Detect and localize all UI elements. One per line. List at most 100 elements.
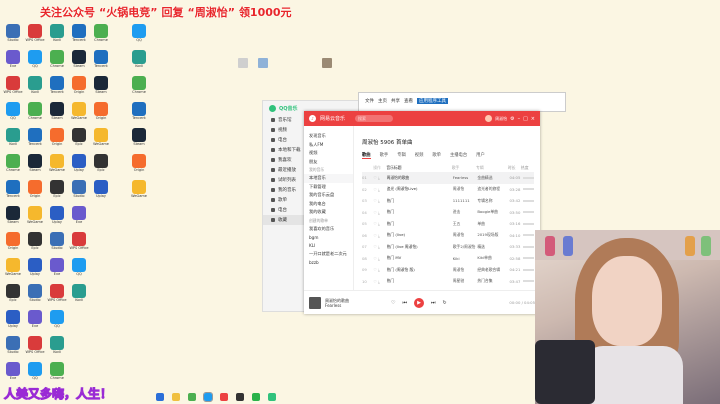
table-row[interactable]: 07 ♡ ⤓ 热门 (live 周淑怡) 歌手2/周淑怡 精选 03:33 (362, 241, 535, 253)
row-actions[interactable]: ♡ ⤓ (373, 279, 386, 284)
desktop-app-icon[interactable]: Studio (2, 336, 24, 358)
song-artist[interactable]: Fearless (453, 175, 478, 180)
desktop-app-icon[interactable]: QQ (46, 310, 68, 332)
desktop-app-icon[interactable]: Kodi (46, 24, 68, 46)
desktop-app-icon[interactable]: Chrome (128, 76, 150, 98)
desktop-app-icon[interactable]: Chrome (46, 50, 68, 72)
song-artist[interactable]: 周淑怡 (453, 267, 478, 273)
desktop-app-icon[interactable]: Tencent (2, 180, 24, 202)
row-actions[interactable]: ♡ ⤓ (373, 244, 386, 249)
desktop-app-icon[interactable]: Tencent (24, 128, 46, 150)
song-artist[interactable]: 周星驰 (453, 278, 478, 284)
desktop-app-icon[interactable]: Tencent (128, 102, 150, 124)
row-actions[interactable]: ♡ ⤓ (373, 233, 386, 238)
desktop-app-icon[interactable]: QQ (2, 102, 24, 124)
desktop-app-icon[interactable]: Chrome (46, 362, 68, 384)
desktop-app-icon[interactable]: WeGame (128, 180, 150, 202)
explorer-ribbon-tab[interactable]: 共享 (391, 98, 400, 104)
desktop-app-icon[interactable]: WPS Office (46, 284, 68, 306)
desktop-app-icon[interactable]: Steam (24, 154, 46, 176)
close-icon[interactable]: × (531, 116, 535, 122)
desktop-app-icon[interactable]: Chrome (24, 102, 46, 124)
desktop-app-icon[interactable]: Epic (90, 154, 112, 176)
desktop-app-icon[interactable]: Uplay (46, 206, 68, 228)
desktop-app-icon[interactable]: Chrome (90, 24, 112, 46)
song-album[interactable]: 热门合集 (477, 278, 509, 284)
file-explorer-window[interactable]: 文件 主页 共享 查看 应用程序工具 (358, 92, 566, 112)
netease-search-input[interactable]: 搜索 (355, 115, 394, 122)
next-icon[interactable]: ⏭ (431, 300, 436, 306)
minimize-icon[interactable]: – (518, 116, 521, 122)
desktop-file-icon[interactable] (322, 58, 332, 76)
desktop-app-icon[interactable]: Kodi (128, 50, 150, 72)
desktop-app-icon[interactable]: WPS Office (68, 232, 90, 254)
table-row[interactable]: 03 ♡ ⤓ 热门 1111111 专辑名称 03:42 (362, 195, 535, 207)
desktop-app-icon[interactable]: Origin (24, 180, 46, 202)
sidebar-item[interactable]: 发现音乐 (304, 132, 353, 141)
sidebar-item[interactable]: 朋友 (304, 158, 353, 167)
row-actions[interactable]: ♡ ⤓ (373, 267, 386, 272)
explorer-ribbon-tab[interactable]: 应用程序工具 (417, 98, 448, 104)
row-actions[interactable]: ♡ ⤓ (373, 221, 386, 226)
result-tab[interactable]: 视频 (415, 152, 424, 159)
desktop-app-icon[interactable]: Epic (68, 128, 90, 150)
song-artist[interactable]: Kiki (453, 256, 478, 261)
desktop-app-icon[interactable]: Uplay (68, 154, 90, 176)
result-tab[interactable]: 用户 (476, 152, 485, 159)
heart-icon[interactable]: ♡ (391, 300, 395, 306)
desktop-app-icon[interactable]: Kodi (46, 336, 68, 358)
desktop-app-icon[interactable]: Epic (24, 232, 46, 254)
table-row[interactable]: 04 ♡ ⤓ 热门 进击 Boogie单曲 03:50 (362, 207, 535, 219)
prev-icon[interactable]: ⏮ (402, 300, 407, 306)
taskbar-explorer-icon[interactable] (172, 392, 180, 401)
row-actions[interactable]: ♡ ⤓ (373, 210, 386, 215)
taskbar-chrome-icon[interactable] (188, 392, 196, 401)
desktop-app-icon[interactable]: Kodi (24, 76, 46, 98)
song-artist[interactable]: 王五 (453, 221, 478, 227)
table-row[interactable]: 02 ♡ ⤓ 追光 (周淑怡Live) 周淑怡 追光者的旅程 03:28 (362, 184, 535, 196)
sidebar-item[interactable]: 我的收藏 (304, 208, 353, 217)
desktop-app-icon[interactable]: Epic (2, 284, 24, 306)
table-row[interactable]: 06 ♡ ⤓ 热门 (live) 周淑怡 2019现场版 04:10 (362, 230, 535, 242)
table-row[interactable]: 01 ♡ ⤓ 周淑怡的歌曲 Fearless 金曲精选 04:05 (362, 172, 535, 184)
explorer-ribbon-tab[interactable]: 查看 (404, 98, 413, 104)
netease-user[interactable]: 周淑怡 ⚙ – □ × (485, 115, 535, 122)
desktop-app-icon[interactable]: Uplay (2, 310, 24, 332)
song-album[interactable]: 追光者的旅程 (477, 186, 509, 192)
desktop-app-icon[interactable]: Steam (68, 50, 90, 72)
sidebar-item[interactable]: 下载管理 (304, 183, 353, 192)
sidebar-item[interactable]: 视频 (304, 149, 353, 158)
taskbar-music-icon[interactable] (268, 392, 276, 401)
sidebar-playlist-item[interactable]: KLI (304, 242, 353, 251)
desktop-app-icon[interactable]: WeGame (24, 206, 46, 228)
netease-music-window[interactable]: ♪ 网易云音乐 搜索 周淑怡 ⚙ – □ × 发现音乐 私人FM 视频 朋友 我的音乐本… (304, 111, 540, 314)
desktop-app-icon[interactable]: Studio (68, 180, 90, 202)
table-row[interactable]: 05 ♡ ⤓ 热门 王五 单曲 03:16 (362, 218, 535, 230)
desktop-app-icon[interactable]: WPS Office (24, 24, 46, 46)
desktop-app-icon[interactable]: QQ (68, 258, 90, 280)
row-actions[interactable]: ♡ ⤓ (373, 187, 386, 192)
sidebar-item[interactable]: 私人FM (304, 141, 353, 150)
desktop-app-icon[interactable]: Chrome (2, 154, 24, 176)
song-artist[interactable]: 1111111 (453, 198, 478, 203)
sidebar-playlist-item[interactable]: bzzb (304, 259, 353, 268)
desktop-file-icon[interactable] (258, 58, 268, 76)
explorer-ribbon-tab[interactable]: 文件 (365, 98, 374, 104)
table-row[interactable]: 09 ♡ ⤓ 热门 (周淑怡 版) 周淑怡 经典老歌合辑 04:21 (362, 264, 535, 276)
desktop-file-icon[interactable] (238, 58, 248, 76)
desktop-app-icon[interactable]: Tencent (90, 50, 112, 72)
desktop-app-icon[interactable]: Origin (2, 232, 24, 254)
sidebar-item[interactable]: 我的音乐云盘 (304, 191, 353, 200)
album-cover[interactable] (309, 296, 321, 309)
result-tab[interactable]: 歌单 (432, 152, 441, 159)
desktop-app-icon[interactable]: Tencent (68, 24, 90, 46)
song-artist[interactable]: 歌手2/周淑怡 (453, 244, 478, 250)
desktop-app-icon[interactable]: Studio (2, 24, 24, 46)
desktop-app-icon[interactable]: QQ (24, 362, 46, 384)
desktop-app-icon[interactable]: Eve (46, 258, 68, 280)
sidebar-item[interactable]: 我的电台 (304, 200, 353, 209)
song-artist[interactable]: 周淑怡 (453, 232, 478, 238)
desktop-app-icon[interactable]: Steam (2, 206, 24, 228)
row-actions[interactable]: ♡ ⤓ (373, 198, 386, 203)
taskbar-qq-icon[interactable] (203, 391, 213, 402)
